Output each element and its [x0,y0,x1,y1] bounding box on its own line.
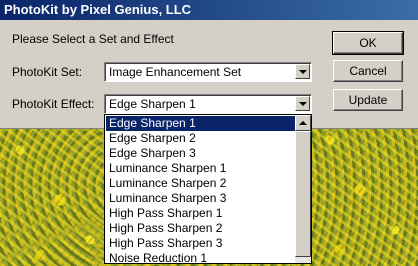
effect-label: PhotoKit Effect: [12,97,95,111]
list-item[interactable]: High Pass Sharpen 2 [106,221,295,236]
chevron-down-icon[interactable] [295,64,310,79]
ok-button[interactable]: OK [332,31,404,55]
set-combo[interactable]: Image Enhancement Set [104,62,312,82]
list-item[interactable]: Noise Reduction 1 [106,251,295,263]
window-title: PhotoKit by Pixel Genius, LLC [4,2,192,17]
update-button[interactable]: Update [333,89,403,111]
photokit-dialog: PhotoKit by Pixel Genius, LLC Please Sel… [0,0,418,129]
effect-dropdown-list: Edge Sharpen 1 Edge Sharpen 2 Edge Sharp… [104,114,312,264]
list-item[interactable]: Luminance Sharpen 3 [106,191,295,206]
effect-combo[interactable]: Edge Sharpen 1 [104,94,312,114]
list-item[interactable]: High Pass Sharpen 1 [106,206,295,221]
scroll-up-icon[interactable] [295,115,311,131]
list-item[interactable]: Edge Sharpen 2 [106,131,295,146]
list-item[interactable]: Edge Sharpen 1 [106,116,295,131]
scrollbar[interactable] [295,115,311,263]
chevron-down-icon[interactable] [295,96,310,111]
set-label: PhotoKit Set: [12,65,83,79]
set-value: Image Enhancement Set [109,65,242,79]
effect-value: Edge Sharpen 1 [109,97,196,111]
cancel-button[interactable]: Cancel [333,60,403,82]
list-item[interactable]: Luminance Sharpen 1 [106,161,295,176]
title-bar: PhotoKit by Pixel Genius, LLC [0,0,418,20]
list-item[interactable]: Edge Sharpen 3 [106,146,295,161]
prompt-text: Please Select a Set and Effect [12,32,174,46]
list-item[interactable]: High Pass Sharpen 3 [106,236,295,251]
scrollbar-thumb[interactable] [295,131,311,257]
list-item[interactable]: Luminance Sharpen 2 [106,176,295,191]
